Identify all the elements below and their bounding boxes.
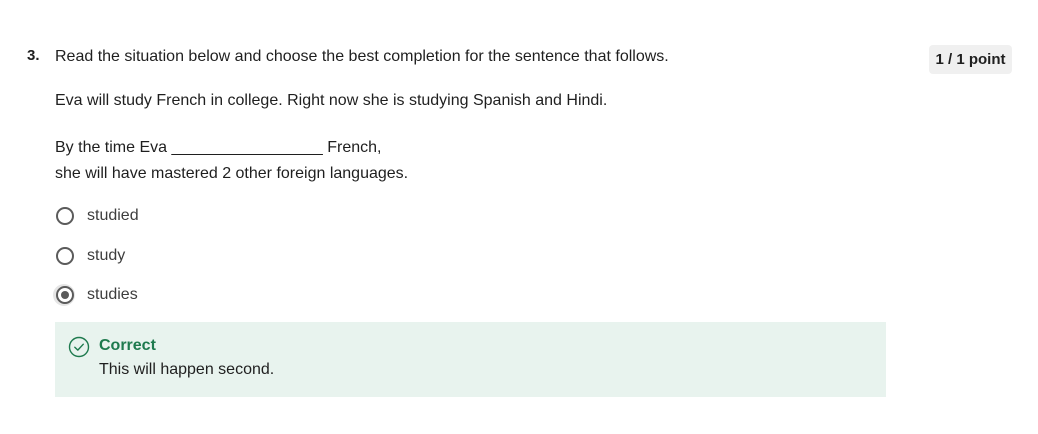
sentence-line-2: she will have mastered 2 other foreign l… bbox=[55, 165, 409, 182]
feedback-message: This will happen second. bbox=[99, 361, 275, 378]
radio-wrapper bbox=[53, 284, 75, 306]
option-studied[interactable]: studied bbox=[53, 203, 453, 229]
answer-options: studied study studies bbox=[53, 203, 453, 322]
option-label: studies bbox=[87, 286, 138, 303]
radio-button[interactable] bbox=[56, 246, 74, 265]
question-prompt: Read the situation below and choose the … bbox=[55, 48, 669, 65]
check-circle-icon bbox=[68, 336, 90, 358]
radio-button[interactable] bbox=[56, 207, 74, 225]
situation-text: Eva will study French in college. Right … bbox=[55, 92, 608, 109]
score-badge: 1 / 1 point bbox=[929, 45, 1012, 74]
option-study[interactable]: study bbox=[53, 243, 453, 269]
sentence-line-1: By the time Eva _________________ French… bbox=[55, 139, 382, 156]
option-studies[interactable]: studies bbox=[53, 282, 453, 308]
feedback-status: Correct bbox=[99, 337, 156, 354]
radio-button-selected[interactable] bbox=[56, 286, 74, 304]
radio-wrapper bbox=[53, 205, 75, 227]
radio-wrapper bbox=[53, 245, 75, 267]
question-number: 3. bbox=[27, 47, 40, 64]
option-label: study bbox=[87, 246, 126, 264]
option-label: studied bbox=[87, 207, 139, 224]
feedback-panel: Correct This will happen second. bbox=[55, 322, 886, 397]
sentence: By the time Eva _________________ French… bbox=[55, 135, 408, 187]
